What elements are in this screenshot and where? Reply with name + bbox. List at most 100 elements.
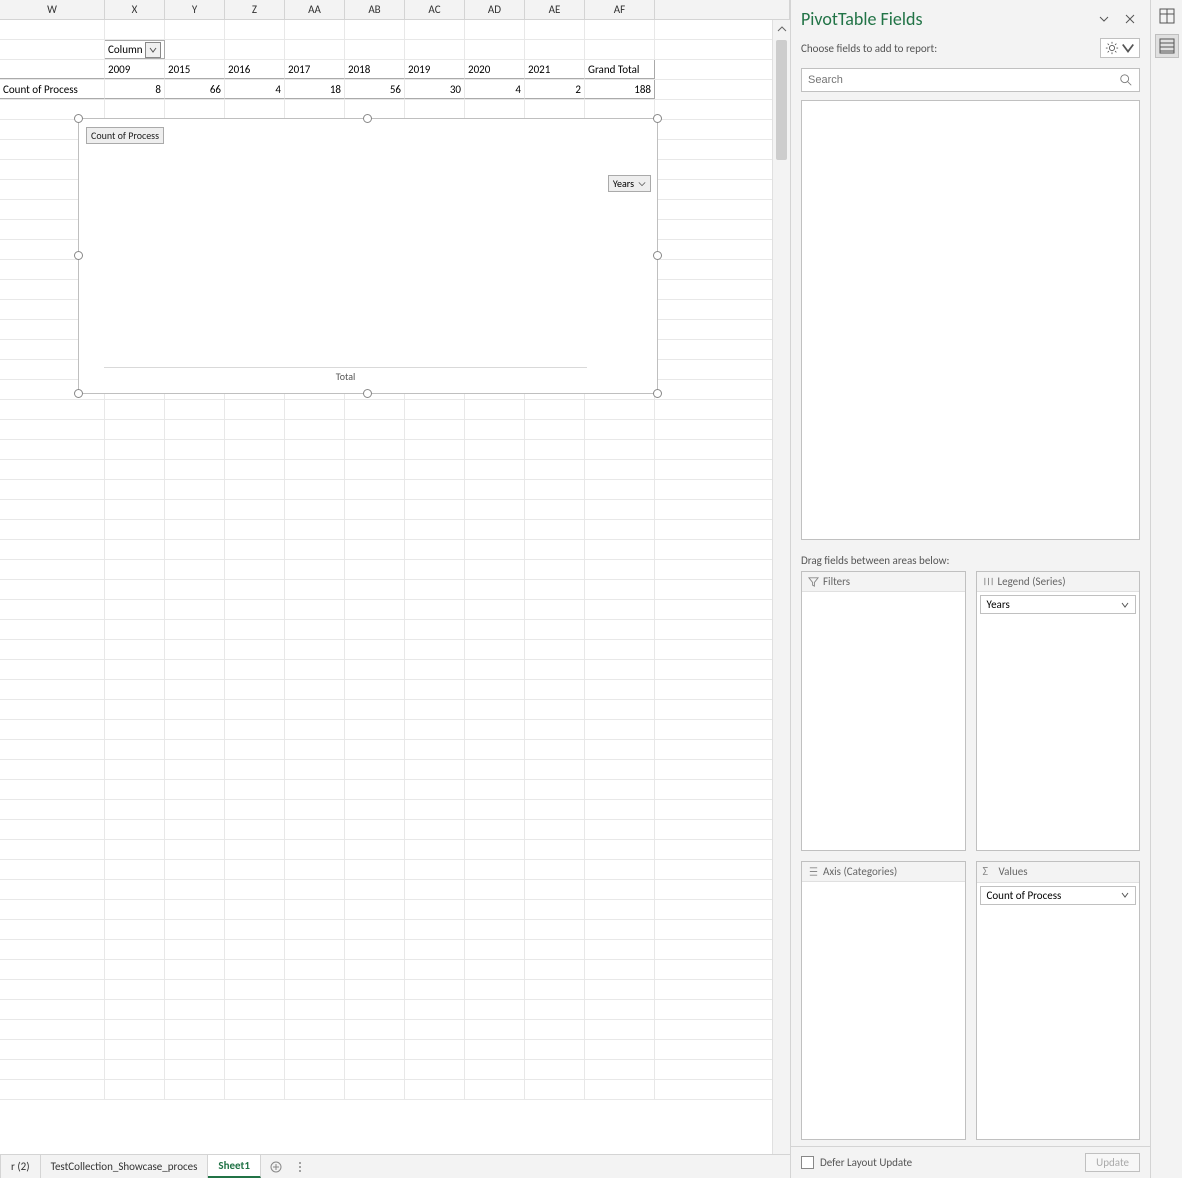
cell[interactable]: [225, 720, 285, 739]
cell[interactable]: [585, 960, 655, 979]
cell[interactable]: [345, 920, 405, 939]
cell[interactable]: [165, 780, 225, 799]
cell[interactable]: [465, 880, 525, 899]
cell[interactable]: [405, 1020, 465, 1039]
cell[interactable]: [345, 560, 405, 579]
cell[interactable]: [345, 940, 405, 959]
cell[interactable]: [165, 980, 225, 999]
cell[interactable]: [345, 1000, 405, 1019]
cell[interactable]: [345, 520, 405, 539]
cell[interactable]: [165, 500, 225, 519]
pane-switch-format[interactable]: [1155, 4, 1179, 28]
sheet-tab[interactable]: TestCollection_Showcase_proces: [41, 1155, 209, 1178]
cell[interactable]: [225, 660, 285, 679]
cell[interactable]: [465, 420, 525, 439]
cell[interactable]: [105, 540, 165, 559]
resize-handle[interactable]: [74, 114, 83, 123]
cell[interactable]: [345, 1040, 405, 1059]
cell[interactable]: [285, 780, 345, 799]
cell[interactable]: [105, 920, 165, 939]
cell[interactable]: [585, 600, 655, 619]
chart-field-button-legend[interactable]: Years: [608, 175, 651, 192]
cell[interactable]: [585, 580, 655, 599]
cell[interactable]: [525, 520, 585, 539]
column-header[interactable]: AC: [405, 0, 465, 19]
cell[interactable]: [345, 20, 405, 39]
cell[interactable]: [105, 1080, 165, 1099]
cell[interactable]: [585, 900, 655, 919]
cell[interactable]: [405, 560, 465, 579]
cell[interactable]: [345, 660, 405, 679]
cell[interactable]: [465, 480, 525, 499]
tab-scroll-menu[interactable]: [291, 1155, 309, 1178]
cell[interactable]: [105, 880, 165, 899]
cell[interactable]: [0, 40, 105, 59]
cell[interactable]: [105, 820, 165, 839]
column-header[interactable]: AD: [465, 0, 525, 19]
cell[interactable]: [105, 740, 165, 759]
cell[interactable]: [225, 460, 285, 479]
cell[interactable]: [105, 580, 165, 599]
cell[interactable]: [585, 860, 655, 879]
pane-layout-button[interactable]: [1100, 38, 1140, 58]
chart-plot-area[interactable]: Total: [104, 149, 587, 367]
cell[interactable]: [585, 100, 655, 119]
cell[interactable]: [0, 660, 105, 679]
cell[interactable]: [525, 1000, 585, 1019]
cell[interactable]: [525, 960, 585, 979]
cell[interactable]: [165, 960, 225, 979]
column-header[interactable]: AF: [585, 0, 655, 19]
cell[interactable]: [345, 820, 405, 839]
cell[interactable]: [225, 1020, 285, 1039]
cell[interactable]: [165, 1080, 225, 1099]
cell[interactable]: [105, 620, 165, 639]
cell[interactable]: [345, 500, 405, 519]
area-filters[interactable]: Filters: [801, 571, 966, 851]
cell[interactable]: [345, 460, 405, 479]
cell[interactable]: [225, 760, 285, 779]
cell[interactable]: [285, 420, 345, 439]
field-search-input[interactable]: [801, 68, 1140, 92]
resize-handle[interactable]: [653, 114, 662, 123]
cell[interactable]: [585, 640, 655, 659]
cell[interactable]: [405, 680, 465, 699]
cell[interactable]: [285, 540, 345, 559]
cell[interactable]: [225, 820, 285, 839]
area-legend[interactable]: Legend (Series) Years: [976, 571, 1141, 851]
cell[interactable]: [345, 840, 405, 859]
cell[interactable]: [465, 460, 525, 479]
cell[interactable]: [465, 1000, 525, 1019]
cell[interactable]: [465, 580, 525, 599]
cell[interactable]: [285, 1040, 345, 1059]
cell[interactable]: [285, 980, 345, 999]
cell[interactable]: [105, 600, 165, 619]
cell[interactable]: [165, 880, 225, 899]
cell[interactable]: [105, 520, 165, 539]
area-item-count-process[interactable]: Count of Process: [980, 886, 1137, 905]
cell[interactable]: [465, 700, 525, 719]
cell[interactable]: [285, 440, 345, 459]
cell[interactable]: [165, 840, 225, 859]
worksheet-area[interactable]: WXYZAAABACADAEAF Column20092015201620172…: [0, 0, 790, 1178]
cell[interactable]: [345, 900, 405, 919]
cell[interactable]: [285, 1060, 345, 1079]
cell[interactable]: [0, 520, 105, 539]
cell[interactable]: [0, 60, 105, 79]
cell[interactable]: [165, 940, 225, 959]
cell[interactable]: [105, 940, 165, 959]
cell[interactable]: [465, 100, 525, 119]
cell[interactable]: [405, 1000, 465, 1019]
cell[interactable]: [465, 680, 525, 699]
cell[interactable]: [165, 460, 225, 479]
cell[interactable]: [405, 700, 465, 719]
resize-handle[interactable]: [74, 389, 83, 398]
cell[interactable]: 2015: [165, 60, 225, 79]
cell[interactable]: [525, 940, 585, 959]
cell[interactable]: [165, 560, 225, 579]
cell[interactable]: [105, 660, 165, 679]
cell[interactable]: [585, 540, 655, 559]
cell[interactable]: [465, 900, 525, 919]
cell[interactable]: [105, 1060, 165, 1079]
cell[interactable]: [0, 840, 105, 859]
cell[interactable]: [405, 500, 465, 519]
